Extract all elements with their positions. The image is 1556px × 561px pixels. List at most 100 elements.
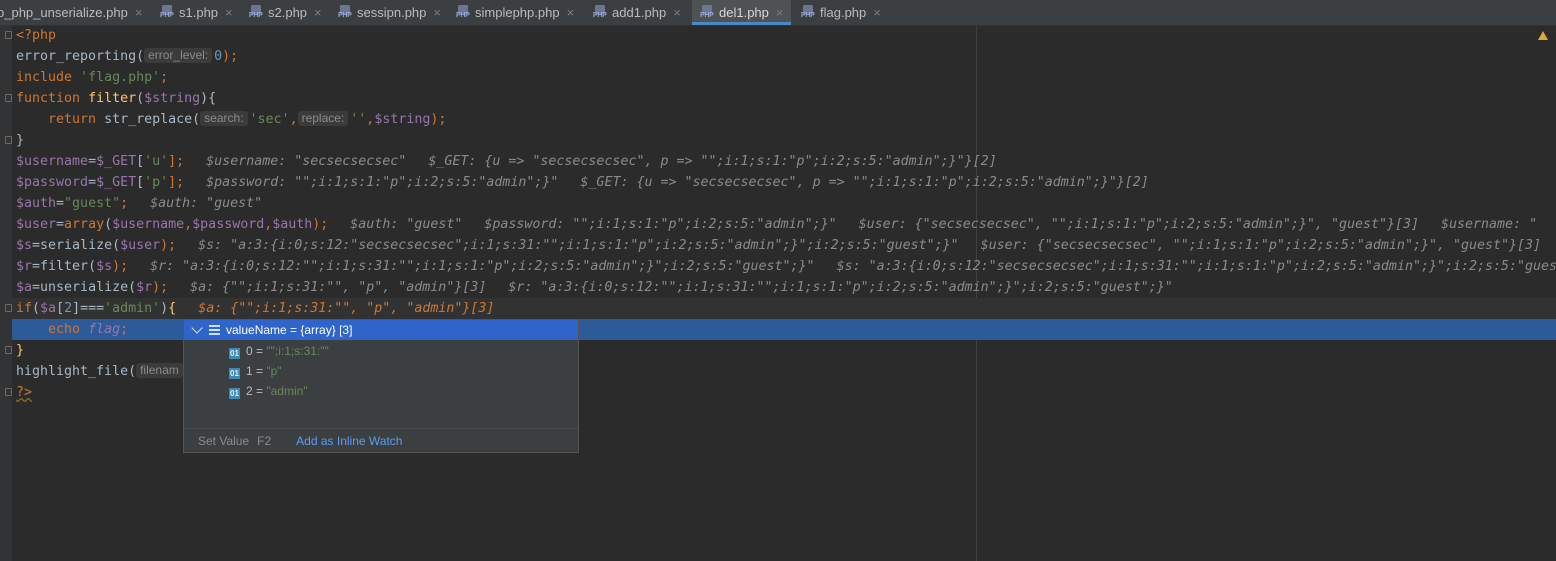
- close-icon[interactable]: ×: [135, 5, 143, 20]
- array-item[interactable]: 01 2 = "admin": [229, 381, 308, 401]
- tab-add1[interactable]: PHP add1.php ×: [593, 0, 681, 24]
- fold-marker-icon[interactable]: [5, 388, 12, 396]
- code-token: );: [160, 238, 177, 253]
- code-line-10[interactable]: $user=array($username,$password,$auth); $…: [16, 214, 1537, 235]
- php-file-icon: PHP: [801, 5, 815, 19]
- inline-debug-value: $auth: "guest": [350, 217, 463, 232]
- integer-index-icon: 01: [229, 368, 240, 379]
- close-icon[interactable]: ×: [567, 5, 575, 20]
- fold-marker-icon[interactable]: [5, 346, 12, 354]
- code-token: }: [16, 133, 25, 148]
- integer-index-icon: 01: [229, 348, 240, 359]
- code-token: $auth: [16, 196, 57, 211]
- code-line-1[interactable]: <?php: [16, 25, 56, 46]
- code-token: array: [64, 217, 105, 232]
- editor-tab-bar: b_php_unserialize.php × PHP s1.php × PHP…: [0, 0, 1556, 26]
- parameter-hint: error_level:: [144, 48, 213, 63]
- popup-footer: Set Value F2 Add as Inline Watch: [184, 428, 578, 453]
- code-token: flag: [88, 322, 121, 337]
- close-icon[interactable]: ×: [673, 5, 681, 20]
- code-token: highlight_file(: [16, 364, 137, 379]
- code-token: );: [430, 112, 447, 127]
- parameter-hint: filenam: [136, 363, 183, 378]
- code-line-5[interactable]: return str_replace(search:'sec', replace:…: [16, 109, 446, 130]
- close-icon[interactable]: ×: [433, 5, 441, 20]
- close-icon[interactable]: ×: [873, 5, 881, 20]
- tab-simplephp[interactable]: PHP simplephp.php ×: [456, 0, 574, 24]
- inline-debug-value: $username: ": [1441, 217, 1538, 232]
- code-line-2[interactable]: error_reporting(error_level: 0);: [16, 46, 238, 67]
- code-line-8[interactable]: $password=$_GET['p']; $password: "";i:1;s…: [16, 172, 1149, 193]
- tab-b-php-unserialize[interactable]: b_php_unserialize.php ×: [0, 0, 142, 24]
- code-token: 'p': [144, 175, 169, 190]
- code-token: error_reporting(: [16, 49, 145, 64]
- array-item[interactable]: 01 1 = "p": [229, 361, 282, 381]
- code-token: 'flag.php': [80, 70, 161, 85]
- code-line-15[interactable]: echo flag;: [16, 319, 128, 340]
- item-eq: =: [252, 344, 267, 358]
- code-token: =: [56, 217, 65, 232]
- code-token: $s: [96, 259, 113, 274]
- tab-del1[interactable]: PHP del1.php ×: [692, 0, 792, 25]
- chevron-down-icon[interactable]: [191, 322, 203, 334]
- php-file-icon: PHP: [700, 5, 714, 19]
- close-icon[interactable]: ×: [225, 5, 233, 20]
- close-icon[interactable]: ×: [776, 5, 784, 20]
- code-token: );: [152, 280, 169, 295]
- code-token: (: [104, 217, 113, 232]
- warning-icon[interactable]: [1538, 31, 1548, 40]
- fold-marker-icon[interactable]: [5, 94, 12, 102]
- fold-marker-icon[interactable]: [5, 31, 12, 39]
- code-line-16[interactable]: }: [16, 340, 24, 361]
- fold-marker-icon[interactable]: [5, 304, 12, 312]
- php-file-icon: PHP: [160, 5, 174, 19]
- code-token: =: [32, 259, 41, 274]
- tab-s1[interactable]: PHP s1.php ×: [160, 0, 233, 24]
- inline-debug-value: $password: "";i:1;s:1:"p";i:2;s:5:"admin…: [206, 175, 559, 190]
- code-token: $a: [40, 301, 57, 316]
- code-line-11[interactable]: $s=serialize($user); $s: "a:3:{i:0;s:12:"…: [16, 235, 1541, 256]
- tab-label: s2.php: [268, 4, 308, 20]
- code-line-3[interactable]: include 'flag.php';: [16, 67, 168, 88]
- editor-gutter[interactable]: [0, 25, 12, 561]
- tab-sessipn[interactable]: PHP sessipn.php ×: [338, 0, 441, 24]
- close-icon[interactable]: ×: [314, 5, 322, 20]
- code-token: );: [112, 259, 129, 274]
- code-line-14[interactable]: if($a[2]==='admin'){$a: {"";i:1;s:31:"",…: [16, 298, 494, 319]
- debug-value-popup[interactable]: valueName = {array} [3] 01 0 = "";i:1;s:3…: [183, 319, 579, 453]
- php-file-icon: PHP: [593, 5, 607, 19]
- code-token: filter: [88, 91, 137, 106]
- code-line-9[interactable]: $auth="guest"; $auth: "guest": [16, 193, 262, 214]
- code-line-13[interactable]: $a=unserialize($r); $a: {"";i:1;s:31:"", …: [16, 277, 1173, 298]
- code-line-17[interactable]: highlight_file(filenam: [16, 361, 185, 382]
- code-token: $password: [192, 217, 265, 232]
- code-token: (: [136, 91, 145, 106]
- array-item[interactable]: 01 0 = "";i:1;s:31:"": [229, 341, 329, 361]
- code-line-18[interactable]: ?>: [16, 382, 32, 403]
- code-token: $string: [374, 112, 431, 127]
- code-line-6[interactable]: }: [16, 130, 24, 151]
- code-line-7[interactable]: $username=$_GET['u']; $username: "secsecs…: [16, 151, 997, 172]
- inline-debug-value: $username: "secsecsecsec": [206, 154, 407, 169]
- code-token: $a: [16, 280, 33, 295]
- set-value-button[interactable]: Set Value: [198, 434, 249, 448]
- code-token: $auth: [272, 217, 313, 232]
- code-token: ,: [289, 112, 298, 127]
- popup-header[interactable]: valueName = {array} [3]: [184, 320, 578, 340]
- tab-s2[interactable]: PHP s2.php ×: [249, 0, 322, 24]
- code-token: 'admin': [104, 301, 161, 316]
- add-inline-watch-link[interactable]: Add as Inline Watch: [296, 434, 402, 448]
- tab-flag[interactable]: PHP flag.php ×: [801, 0, 881, 24]
- fold-marker-icon[interactable]: [5, 136, 12, 144]
- code-token: if: [16, 301, 33, 316]
- code-line-12[interactable]: $r=filter($s); $r: "a:3:{i:0;s:12:"";i:1;…: [16, 256, 1556, 277]
- code-token: str_replace(: [104, 112, 201, 127]
- php-file-icon: PHP: [456, 5, 470, 19]
- code-line-4[interactable]: function filter($string){: [16, 88, 216, 109]
- code-token: unserialize(: [40, 280, 137, 295]
- inline-debug-value: $r: "a:3:{i:0;s:12:"";i:1;s:31:"";i:1;s:…: [508, 280, 1173, 295]
- inline-debug-value: $r: "a:3:{i:0;s:12:"";i:1;s:31:"";i:1;s:…: [150, 259, 815, 274]
- code-token: $r: [136, 280, 153, 295]
- code-token: 2: [64, 301, 73, 316]
- integer-index-icon: 01: [229, 388, 240, 399]
